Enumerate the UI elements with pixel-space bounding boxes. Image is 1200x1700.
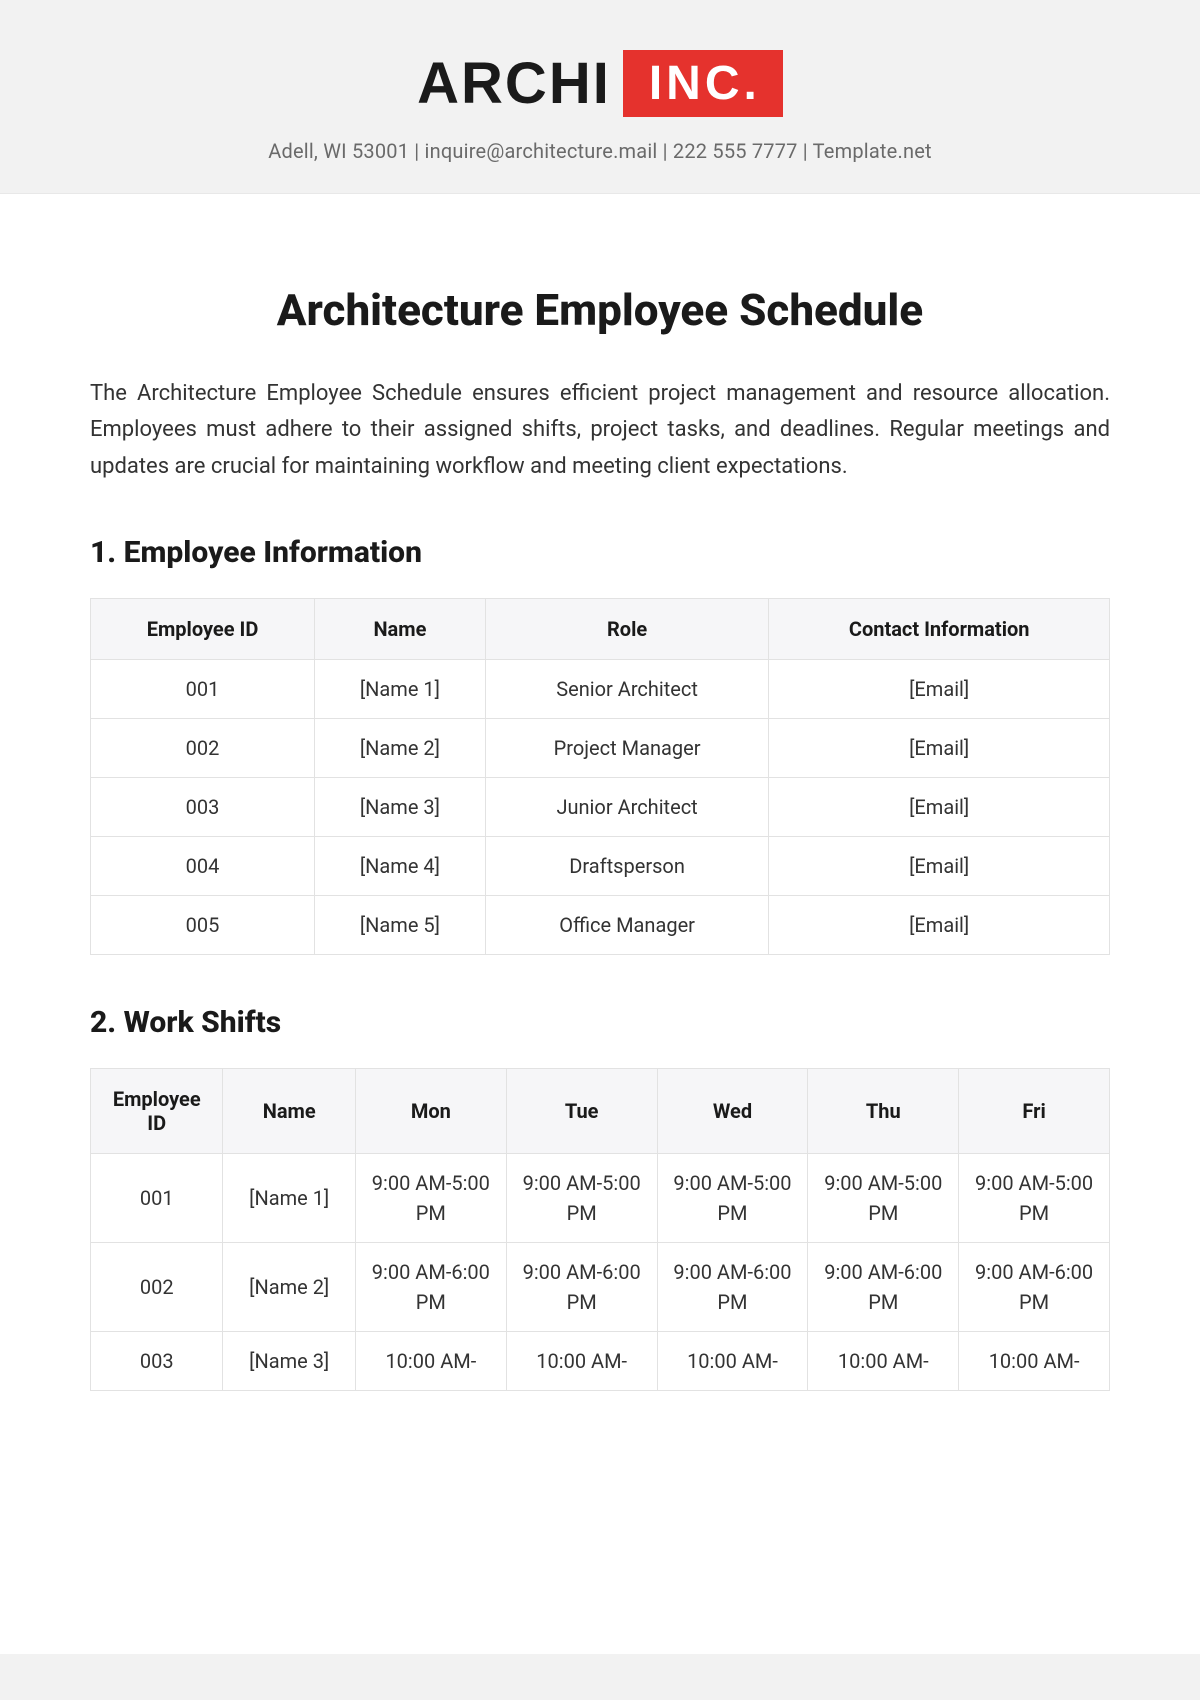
col-employee-id: Employee ID — [91, 598, 315, 659]
cell-name: [Name 5] — [315, 895, 486, 954]
cell-name: [Name 3] — [223, 1331, 355, 1390]
cell-contact: [Email] — [769, 895, 1110, 954]
page-title: Architecture Employee Schedule — [90, 284, 1110, 336]
table-row: 004 [Name 4] Draftsperson [Email] — [91, 836, 1110, 895]
cell-id: 001 — [91, 1153, 223, 1242]
table-row: 001 [Name 1] Senior Architect [Email] — [91, 659, 1110, 718]
cell-mon: 9:00 AM-5:00 PM — [355, 1153, 506, 1242]
cell-role: Junior Architect — [485, 777, 769, 836]
cell-id: 003 — [91, 1331, 223, 1390]
cell-name: [Name 2] — [315, 718, 486, 777]
col-mon: Mon — [355, 1068, 506, 1153]
logo-text-right: INC. — [623, 50, 783, 117]
cell-tue: 9:00 AM-5:00 PM — [506, 1153, 657, 1242]
col-wed: Wed — [657, 1068, 808, 1153]
cell-id: 002 — [91, 718, 315, 777]
cell-id: 001 — [91, 659, 315, 718]
cell-tue: 9:00 AM-6:00 PM — [506, 1242, 657, 1331]
cell-id: 002 — [91, 1242, 223, 1331]
cell-contact: [Email] — [769, 836, 1110, 895]
cell-name: [Name 1] — [315, 659, 486, 718]
cell-wed: 9:00 AM-5:00 PM — [657, 1153, 808, 1242]
table-row: 001 [Name 1] 9:00 AM-5:00 PM 9:00 AM-5:0… — [91, 1153, 1110, 1242]
cell-wed: 9:00 AM-6:00 PM — [657, 1242, 808, 1331]
col-name: Name — [315, 598, 486, 659]
cell-tue: 10:00 AM- — [506, 1331, 657, 1390]
cell-id: 005 — [91, 895, 315, 954]
table-row: 003 [Name 3] Junior Architect [Email] — [91, 777, 1110, 836]
intro-paragraph: The Architecture Employee Schedule ensur… — [90, 376, 1110, 485]
work-shifts-table: Employee ID Name Mon Tue Wed Thu Fri 001… — [90, 1068, 1110, 1391]
logo: ARCHI INC. — [417, 50, 783, 117]
cell-mon: 10:00 AM- — [355, 1331, 506, 1390]
cell-name: [Name 2] — [223, 1242, 355, 1331]
cell-name: [Name 4] — [315, 836, 486, 895]
cell-contact: [Email] — [769, 777, 1110, 836]
cell-fri: 10:00 AM- — [959, 1331, 1110, 1390]
cell-mon: 9:00 AM-6:00 PM — [355, 1242, 506, 1331]
document-body: Architecture Employee Schedule The Archi… — [0, 194, 1200, 1654]
col-name: Name — [223, 1068, 355, 1153]
table-row: 002 [Name 2] 9:00 AM-6:00 PM 9:00 AM-6:0… — [91, 1242, 1110, 1331]
table-header-row: Employee ID Name Role Contact Informatio… — [91, 598, 1110, 659]
col-tue: Tue — [506, 1068, 657, 1153]
col-role: Role — [485, 598, 769, 659]
cell-name: [Name 1] — [223, 1153, 355, 1242]
col-employee-id: Employee ID — [91, 1068, 223, 1153]
col-thu: Thu — [808, 1068, 959, 1153]
cell-fri: 9:00 AM-6:00 PM — [959, 1242, 1110, 1331]
cell-thu: 9:00 AM-5:00 PM — [808, 1153, 959, 1242]
employee-info-table: Employee ID Name Role Contact Informatio… — [90, 598, 1110, 955]
cell-role: Draftsperson — [485, 836, 769, 895]
cell-wed: 10:00 AM- — [657, 1331, 808, 1390]
section-heading-employee-info: 1. Employee Information — [90, 535, 1110, 570]
cell-role: Senior Architect — [485, 659, 769, 718]
cell-id: 004 — [91, 836, 315, 895]
cell-thu: 10:00 AM- — [808, 1331, 959, 1390]
table-header-row: Employee ID Name Mon Tue Wed Thu Fri — [91, 1068, 1110, 1153]
table-row: 005 [Name 5] Office Manager [Email] — [91, 895, 1110, 954]
logo-text-left: ARCHI — [417, 50, 611, 117]
table-row: 003 [Name 3] 10:00 AM- 10:00 AM- 10:00 A… — [91, 1331, 1110, 1390]
col-contact: Contact Information — [769, 598, 1110, 659]
cell-role: Office Manager — [485, 895, 769, 954]
contact-line: Adell, WI 53001 | inquire@architecture.m… — [0, 139, 1200, 163]
cell-id: 003 — [91, 777, 315, 836]
section-heading-work-shifts: 2. Work Shifts — [90, 1005, 1110, 1040]
cell-contact: [Email] — [769, 718, 1110, 777]
cell-name: [Name 3] — [315, 777, 486, 836]
cell-fri: 9:00 AM-5:00 PM — [959, 1153, 1110, 1242]
col-fri: Fri — [959, 1068, 1110, 1153]
document-header: ARCHI INC. Adell, WI 53001 | inquire@arc… — [0, 0, 1200, 194]
cell-role: Project Manager — [485, 718, 769, 777]
cell-thu: 9:00 AM-6:00 PM — [808, 1242, 959, 1331]
cell-contact: [Email] — [769, 659, 1110, 718]
table-row: 002 [Name 2] Project Manager [Email] — [91, 718, 1110, 777]
